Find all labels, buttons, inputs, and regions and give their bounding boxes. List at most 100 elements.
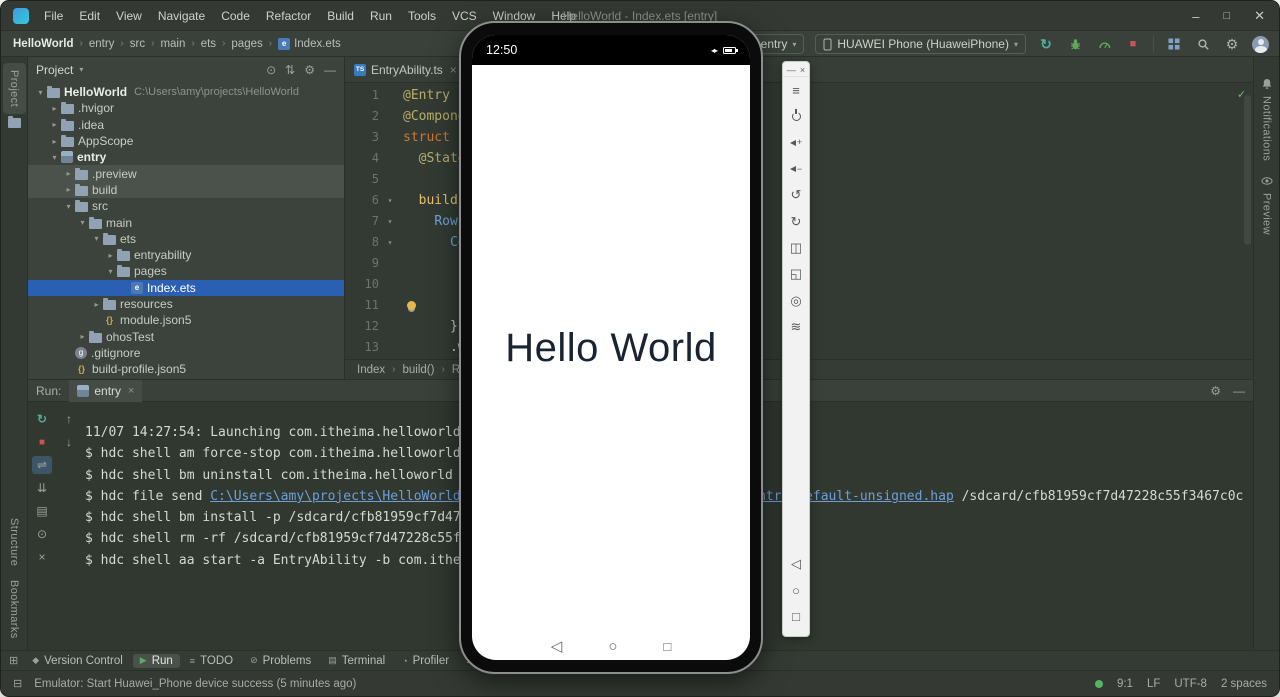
- tree-item-resources[interactable]: ▸ resources: [28, 296, 344, 312]
- fold-icon[interactable]: ▾: [383, 190, 397, 211]
- hide-panel-icon[interactable]: —: [324, 63, 336, 77]
- tree-item-ohostest[interactable]: ▸ ohosTest: [28, 328, 344, 344]
- toolwindow-terminal-button[interactable]: ▤ Terminal: [321, 654, 392, 668]
- toolwindow-version-control-button[interactable]: ◆ Version Control: [25, 654, 130, 668]
- tree-item-entry[interactable]: ▾ entry: [28, 149, 344, 165]
- emu-close-icon[interactable]: ×: [800, 65, 805, 75]
- menu-edit[interactable]: Edit: [72, 6, 107, 26]
- down-arrow-icon[interactable]: ↓: [59, 433, 79, 451]
- menu-navigate[interactable]: Navigate: [151, 6, 212, 26]
- recents-icon[interactable]: □: [783, 604, 809, 630]
- device-select[interactable]: HUAWEI Phone (HuaweiPhone) ▾: [815, 34, 1026, 54]
- toolwindow-preview-button[interactable]: Preview: [1261, 168, 1273, 242]
- editor-breadcrumb-index[interactable]: Index: [357, 364, 385, 376]
- location-icon[interactable]: ◎: [783, 287, 809, 313]
- tree-item-src[interactable]: ▾ src: [28, 198, 344, 214]
- emu-collapse-icon[interactable]: —: [787, 65, 796, 75]
- line-ending[interactable]: LF: [1147, 678, 1160, 690]
- close-icon[interactable]: ✕: [1254, 8, 1265, 24]
- chevron-right-icon[interactable]: ▸: [90, 300, 103, 309]
- chevron-right-icon[interactable]: ▸: [48, 120, 61, 129]
- toolwindow-todo-button[interactable]: ≡ TODO: [183, 654, 240, 668]
- tree-item-build[interactable]: ▸ build: [28, 181, 344, 199]
- fold-icon[interactable]: ▾: [383, 211, 397, 232]
- power-icon[interactable]: [783, 103, 809, 129]
- editor-breadcrumb-build[interactable]: build(): [402, 364, 434, 376]
- settings-gear-icon[interactable]: ⚙: [1210, 384, 1221, 398]
- volume-up-icon[interactable]: +: [783, 130, 809, 156]
- debug-icon[interactable]: [1066, 35, 1084, 53]
- chevron-right-icon[interactable]: ▸: [76, 332, 89, 341]
- caret-position[interactable]: 9:1: [1117, 678, 1133, 690]
- close-icon[interactable]: ×: [450, 63, 457, 77]
- chevron-down-icon[interactable]: ▾: [34, 88, 47, 97]
- home-icon[interactable]: ○: [783, 577, 809, 603]
- breadcrumb-main[interactable]: main: [160, 38, 185, 50]
- fold-screen-icon[interactable]: ◫: [783, 235, 809, 261]
- toolwindow-structure-button[interactable]: Structure: [8, 511, 20, 573]
- rerun-icon[interactable]: ↻: [32, 410, 52, 428]
- menu-tools[interactable]: Tools: [401, 6, 443, 26]
- home-icon[interactable]: ○: [608, 638, 617, 655]
- wifi-icon[interactable]: ≋: [783, 314, 809, 340]
- editor-tab-entryability-ts[interactable]: TS EntryAbility.ts ×: [345, 57, 467, 82]
- tree-item-gitignore[interactable]: g .gitignore: [28, 345, 344, 361]
- status-message[interactable]: Emulator: Start Huawei_Phone device succ…: [34, 678, 356, 690]
- breadcrumb-entry[interactable]: entry: [89, 38, 115, 50]
- intention-bulb-icon[interactable]: [407, 301, 416, 310]
- menu-code[interactable]: Code: [214, 6, 257, 26]
- search-icon[interactable]: [1194, 35, 1212, 53]
- hide-panel-icon[interactable]: —: [1233, 384, 1245, 398]
- volume-down-icon[interactable]: −: [783, 156, 809, 182]
- expand-collapse-icon[interactable]: ⇅: [285, 63, 295, 77]
- toolwindow-problems-button[interactable]: ⊘ Problems: [243, 654, 318, 668]
- breadcrumb-index-ets[interactable]: e Index.ets: [278, 37, 341, 50]
- status-grid-icon[interactable]: ⊟: [13, 677, 22, 690]
- close-icon[interactable]: ×: [128, 385, 134, 397]
- chevron-right-icon[interactable]: ▸: [48, 104, 61, 113]
- rotate-right-icon[interactable]: ↻: [783, 208, 809, 234]
- tree-item-build-profile-json5[interactable]: {} build-profile.json5: [28, 361, 344, 377]
- settings-gear-icon[interactable]: ⚙: [1223, 35, 1241, 53]
- tree-item-appscope[interactable]: ▸ AppScope: [28, 133, 344, 149]
- back-icon[interactable]: ◁: [551, 637, 563, 655]
- rerun-app-icon[interactable]: ↻: [1037, 35, 1055, 53]
- print-icon[interactable]: ▤: [32, 502, 52, 520]
- back-icon[interactable]: ◁: [783, 551, 809, 577]
- menu-icon[interactable]: ≡: [783, 77, 809, 103]
- device-manager-icon[interactable]: [1165, 35, 1183, 53]
- chevron-right-icon[interactable]: ▸: [48, 137, 61, 146]
- profiler-icon[interactable]: [1095, 35, 1113, 53]
- chevron-down-icon[interactable]: ▾: [76, 218, 89, 227]
- emulator-phone[interactable]: 12:50 ◂▸ Hello World ◁ ○ □: [459, 21, 763, 674]
- breadcrumb-ets[interactable]: ets: [201, 38, 216, 50]
- select-opened-file-icon[interactable]: ⊙: [266, 63, 276, 77]
- menu-vcs[interactable]: VCS: [445, 6, 484, 26]
- chevron-right-icon[interactable]: ▸: [62, 185, 75, 194]
- toolwindow-run-button[interactable]: ▶ Run: [132, 653, 180, 668]
- screenshot-icon[interactable]: ◱: [783, 261, 809, 287]
- clear-icon[interactable]: ×: [32, 548, 52, 566]
- chevron-down-icon[interactable]: ▾: [90, 234, 103, 243]
- maximize-icon[interactable]: □: [1223, 10, 1230, 22]
- menu-build[interactable]: Build: [320, 6, 361, 26]
- stop-icon[interactable]: ■: [1124, 35, 1142, 53]
- fold-icon[interactable]: ▾: [383, 232, 397, 253]
- settings-gear-icon[interactable]: ⚙: [304, 63, 315, 77]
- chevron-down-icon[interactable]: ▾: [48, 153, 61, 162]
- project-view-select[interactable]: Project: [36, 63, 73, 77]
- tool-windows-icon[interactable]: ⊞: [9, 654, 18, 667]
- menu-refactor[interactable]: Refactor: [259, 6, 318, 26]
- user-avatar[interactable]: [1252, 35, 1269, 53]
- tree-item-idea[interactable]: ▸ .idea: [28, 117, 344, 133]
- indent-setting[interactable]: 2 spaces: [1221, 678, 1267, 690]
- tree-item-pages[interactable]: ▾ pages: [28, 263, 344, 279]
- toolwindow-project-button[interactable]: Project: [2, 63, 26, 115]
- scroll-to-end-icon[interactable]: ⇊: [32, 479, 52, 497]
- toolwindow-notifications-button[interactable]: Notifications: [1261, 71, 1273, 168]
- menu-run[interactable]: Run: [363, 6, 399, 26]
- chevron-right-icon[interactable]: ▸: [104, 251, 117, 260]
- menu-file[interactable]: File: [37, 6, 70, 26]
- pin-icon[interactable]: ⊙: [32, 525, 52, 543]
- breadcrumb-helloworld[interactable]: HelloWorld: [13, 38, 73, 50]
